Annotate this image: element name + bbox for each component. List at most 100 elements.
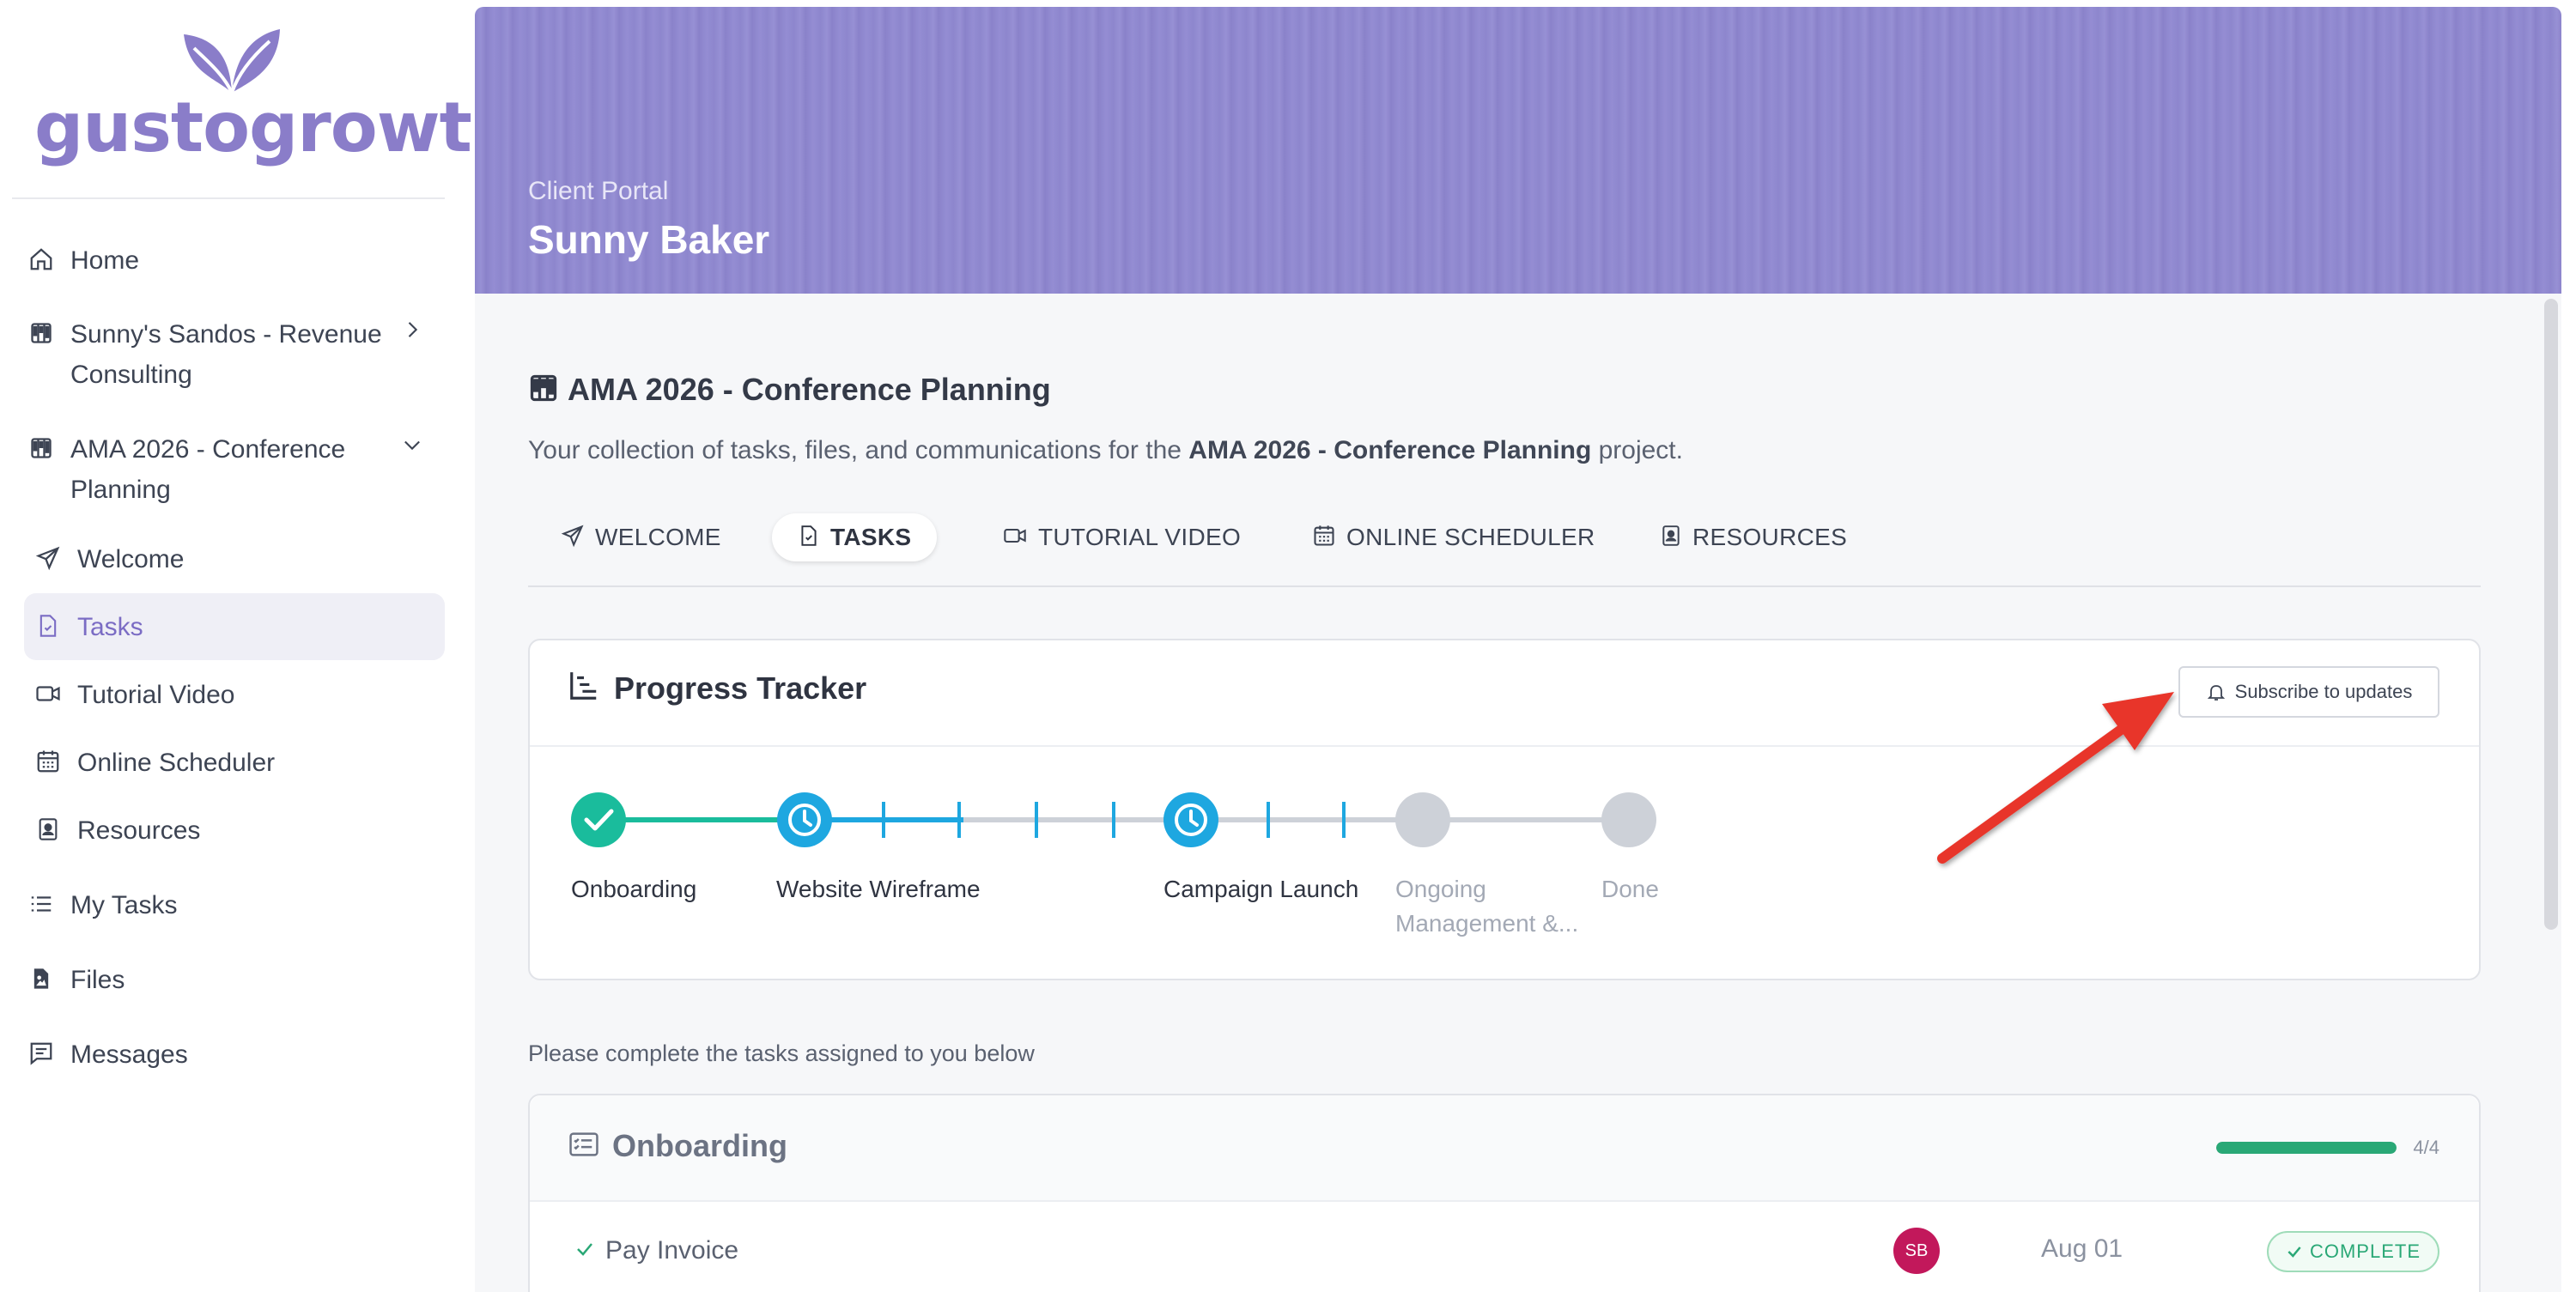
sidebar-item-label: Tasks bbox=[77, 613, 143, 641]
sidebar-item-tasks[interactable]: Tasks bbox=[31, 607, 452, 647]
project-title: AMA 2026 - Conference Planning bbox=[528, 372, 1051, 408]
sidebar: gustogrowth Home Sunny's Sandos - Revenu… bbox=[0, 0, 520, 1292]
progress-tracker-card: Progress Tracker Subscribe to updates On… bbox=[528, 639, 2481, 980]
subscribe-label: Subscribe to updates bbox=[2234, 681, 2413, 702]
task-name-text: Pay Invoice bbox=[605, 1236, 739, 1265]
sidebar-item-label: Home bbox=[70, 246, 140, 275]
check-icon bbox=[574, 1239, 595, 1264]
stage-ongoing-marker[interactable] bbox=[1395, 792, 1450, 847]
hero-title: Sunny Baker bbox=[528, 217, 770, 262]
status-badge: COMPLETE bbox=[2266, 1231, 2439, 1272]
check-circle-icon bbox=[571, 792, 626, 847]
home-icon bbox=[24, 242, 58, 276]
stage-label-campaign-launch: Campaign Launch bbox=[1163, 876, 1359, 902]
sidebar-item-resources[interactable]: Resources bbox=[31, 810, 452, 851]
progress-fill bbox=[2216, 1142, 2397, 1154]
sidebar-item-my-tasks[interactable]: My Tasks bbox=[24, 885, 445, 925]
sidebar-divider bbox=[12, 197, 445, 199]
checklist-card-icon bbox=[568, 1130, 600, 1163]
file-check-icon bbox=[798, 524, 820, 552]
sidebar-item-label: My Tasks bbox=[70, 891, 178, 919]
tab-label: TUTORIAL VIDEO bbox=[1038, 524, 1242, 550]
kanban-icon bbox=[528, 373, 559, 408]
chevron-right-icon[interactable] bbox=[400, 318, 424, 346]
avatar[interactable]: SB bbox=[1893, 1228, 1940, 1274]
tab-tutorial-video[interactable]: TUTORIAL VIDEO bbox=[976, 513, 1267, 561]
check-icon bbox=[2287, 1247, 2301, 1258]
calendar-icon bbox=[31, 744, 65, 779]
instructions-text: Please complete the tasks assigned to yo… bbox=[528, 1040, 1035, 1066]
stage-website-wireframe-marker[interactable] bbox=[777, 792, 832, 847]
stage-campaign-launch-marker[interactable] bbox=[1163, 792, 1218, 847]
progress-tracker-title: Progress Tracker bbox=[568, 670, 866, 707]
table-row[interactable]: Pay Invoice SB Aug 01 COMPLETE bbox=[530, 1202, 2479, 1292]
sidebar-item-ama-2026[interactable]: AMA 2026 - Conference Planning bbox=[24, 429, 445, 510]
sprout-icon bbox=[184, 29, 280, 94]
message-icon bbox=[24, 1036, 58, 1071]
hero-subtitle: Client Portal bbox=[528, 177, 669, 205]
sidebar-item-label: Files bbox=[70, 966, 125, 994]
chevron-down-icon[interactable] bbox=[400, 433, 424, 461]
stage-done-marker[interactable] bbox=[1601, 792, 1656, 847]
bell-icon bbox=[2207, 685, 2225, 701]
file-check-icon bbox=[31, 609, 65, 643]
sidebar-item-welcome[interactable]: Welcome bbox=[31, 539, 452, 579]
kanban-icon bbox=[24, 431, 58, 465]
stage-label-ongoing: Ongoing Management &... bbox=[1395, 876, 1579, 937]
file-image-icon bbox=[24, 961, 58, 996]
sidebar-item-tutorial-video[interactable]: Tutorial Video bbox=[31, 675, 452, 715]
task-group-onboarding: Onboarding 4/4 Pay Invoice SB Aug 01 COM… bbox=[528, 1094, 2481, 1292]
stage-label-website-wireframe: Website Wireframe bbox=[776, 876, 981, 902]
kanban-icon bbox=[24, 316, 58, 350]
main-content: Client Portal Sunny Baker AMA 2026 - Con… bbox=[475, 7, 2561, 1292]
send-icon bbox=[561, 524, 585, 552]
stage-onboarding-marker[interactable] bbox=[571, 792, 626, 847]
status-badge-text: COMPLETE bbox=[2309, 1240, 2421, 1262]
tab-welcome[interactable]: WELCOME bbox=[535, 513, 747, 561]
sidebar-item-label: Tutorial Video bbox=[77, 681, 235, 709]
contact-book-icon bbox=[1660, 524, 1682, 552]
task-due-date: Aug 01 bbox=[2041, 1234, 2123, 1263]
task-group-header[interactable]: Onboarding 4/4 bbox=[530, 1095, 2479, 1202]
contact-book-icon bbox=[31, 812, 65, 846]
tab-resources[interactable]: RESOURCES bbox=[1634, 513, 1873, 561]
tab-bar: WELCOME TASKS TUTORIAL VIDEO ONLINE SCHE… bbox=[528, 505, 2481, 587]
sidebar-item-sunnys-sandos[interactable]: Sunny's Sandos - Revenue Consulting bbox=[24, 314, 445, 395]
brand-name: gustogrowth bbox=[34, 88, 520, 167]
sidebar-item-files[interactable]: Files bbox=[24, 960, 445, 1000]
progress-tracker-header: Progress Tracker Subscribe to updates bbox=[530, 640, 2479, 747]
sidebar-item-home[interactable]: Home bbox=[24, 240, 445, 281]
sidebar-item-label: Messages bbox=[70, 1040, 188, 1069]
sidebar-item-online-scheduler[interactable]: Online Scheduler bbox=[31, 743, 452, 783]
tab-tasks[interactable]: TASKS bbox=[772, 513, 938, 561]
stage-label-done: Done bbox=[1601, 876, 1659, 902]
task-group-title-text: Onboarding bbox=[612, 1128, 787, 1163]
tab-label: RESOURCES bbox=[1692, 524, 1848, 550]
tab-label: WELCOME bbox=[595, 524, 721, 550]
list-icon bbox=[24, 887, 58, 921]
sidebar-item-label: Sunny's Sandos - Revenue Consulting bbox=[70, 320, 382, 389]
calendar-icon bbox=[1312, 524, 1336, 552]
video-icon bbox=[31, 676, 65, 711]
stair-list-icon bbox=[568, 670, 600, 707]
sidebar-item-label: AMA 2026 - Conference Planning bbox=[70, 435, 346, 504]
sidebar-item-label: Online Scheduler bbox=[77, 749, 276, 777]
hero-banner: Client Portal Sunny Baker bbox=[475, 7, 2561, 294]
task-name: Pay Invoice bbox=[574, 1236, 738, 1265]
tab-online-scheduler[interactable]: ONLINE SCHEDULER bbox=[1286, 513, 1621, 561]
task-group-title: Onboarding bbox=[568, 1128, 787, 1164]
task-group-progress-bar bbox=[2216, 1142, 2397, 1154]
project-title-text: AMA 2026 - Conference Planning bbox=[568, 372, 1051, 407]
tab-label: ONLINE SCHEDULER bbox=[1346, 524, 1595, 550]
progress-timeline bbox=[571, 792, 1656, 847]
brand-logo[interactable]: gustogrowth bbox=[34, 26, 520, 172]
scrollbar[interactable] bbox=[2544, 299, 2558, 930]
progress-tracker-title-text: Progress Tracker bbox=[614, 670, 867, 706]
video-icon bbox=[1002, 524, 1028, 552]
send-icon bbox=[31, 541, 65, 575]
project-description: Your collection of tasks, files, and com… bbox=[528, 436, 1683, 464]
sidebar-item-label: Welcome bbox=[77, 545, 185, 573]
sidebar-item-messages[interactable]: Messages bbox=[24, 1034, 445, 1075]
tab-label: TASKS bbox=[830, 524, 912, 550]
subscribe-button[interactable]: Subscribe to updates bbox=[2178, 666, 2439, 718]
